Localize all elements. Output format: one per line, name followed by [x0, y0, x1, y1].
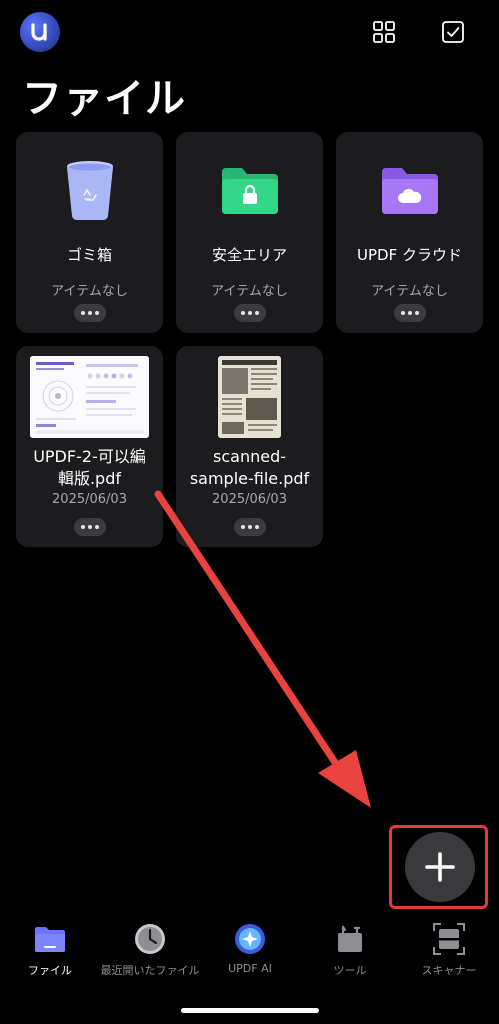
toolbox-icon [338, 925, 362, 952]
ai-icon [235, 924, 265, 954]
tab-updf-ai[interactable]: UPDF AI [200, 922, 300, 975]
tab-files[interactable]: ファイル [0, 922, 100, 978]
tab-scanner[interactable]: スキャナー [399, 922, 499, 978]
bottom-tab-bar: ファイル 最近開いたファイル UPDF AI ツール スキャナー [0, 922, 499, 992]
plus-icon [425, 852, 455, 882]
folder-icon [35, 927, 65, 952]
tab-tools[interactable]: ツール [300, 922, 400, 978]
scanner-icon [433, 923, 465, 955]
tab-recent[interactable]: 最近開いたファイル [100, 922, 200, 978]
clock-icon [135, 924, 165, 954]
add-button[interactable] [405, 832, 475, 902]
home-indicator [181, 1008, 319, 1013]
